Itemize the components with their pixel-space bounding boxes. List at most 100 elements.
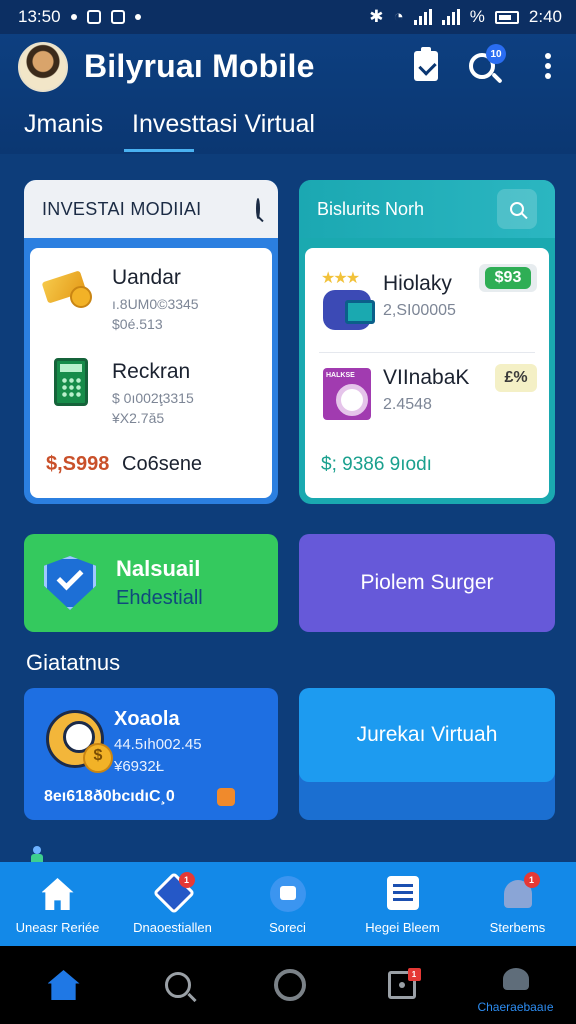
clipboard-button[interactable] [406, 46, 446, 86]
home-icon [47, 970, 80, 1000]
notification-badge: 1 [523, 872, 540, 888]
notification-app-icon [86, 10, 101, 24]
bottom-tab-alerts[interactable]: 1 Sterbems [460, 862, 575, 946]
percent-badge: £% [495, 364, 537, 392]
circle-icon [273, 969, 306, 1001]
profile-tile[interactable]: Xoaola 44.5ıh002.45 ¥6932Ł 8eı618ð0bcıdı… [24, 688, 278, 820]
item-value: 2,SI00005 [383, 302, 456, 319]
more-vert-icon [545, 53, 551, 79]
person-icon [30, 846, 44, 862]
signal-icon [413, 9, 432, 25]
divider [319, 352, 535, 353]
business-card[interactable]: Bislurits Norh ★★★ Hiolaky 2,SI00005 $93… [299, 180, 555, 504]
tab-jmanis[interactable]: Jmanis [24, 110, 103, 139]
security-tile-title: Nalsuail [116, 556, 201, 581]
price-badge: $93 [479, 264, 537, 292]
battery-percent: % [469, 7, 485, 26]
search-button[interactable]: 10 [462, 44, 506, 86]
problem-tile-label: Piolem Surger [360, 571, 494, 594]
bottom-tab-home[interactable]: Uneasr Reriée [0, 862, 115, 946]
status-clock: 2:40 [528, 7, 562, 26]
profile-value: 44.5ıh002.45 [114, 736, 202, 753]
search-badge: 10 [486, 44, 506, 64]
gold-bars-icon [41, 262, 92, 308]
investment-card-header: INVESTAI MODIIAI [24, 180, 278, 238]
search-icon [256, 198, 260, 219]
shop-icon [323, 368, 371, 420]
nav-box-button[interactable]: 1 [344, 946, 459, 1024]
investment-card-body: Uandar ı.8UM0©3345 $0é.513 Reckran $ 0ı0… [30, 248, 272, 498]
business-card-header: Bislurits Norh [299, 180, 555, 238]
bottom-tab-label: Soreci [269, 920, 306, 935]
bluetooth-icon: ✱ [369, 7, 384, 26]
item-value: $ 0ı002ţ3315 [112, 390, 194, 406]
profile-change: ¥6932Ł [114, 758, 165, 775]
item-title: Reckran [112, 360, 191, 383]
virtual-tile-label: Jurekaı Virtuah [299, 688, 555, 782]
item-value: 2.4548 [383, 396, 432, 413]
card-search-button[interactable] [256, 198, 260, 219]
box-icon: 1 [387, 968, 421, 999]
nav-circle-button[interactable] [232, 946, 347, 1024]
business-card-body: ★★★ Hiolaky 2,SI00005 $93 VIInabaK 2.454… [305, 248, 549, 498]
app-header: Bilyruaı Mobile 10 Jmanis Investtasi Vir… [0, 34, 576, 154]
wifi-icon: ◔ [393, 7, 404, 26]
list-item[interactable]: Reckran $ 0ı002ţ3315 ¥X2.7ă5 [30, 344, 272, 436]
signal-icon-2 [441, 9, 460, 25]
bottom-tab-list[interactable]: Hegei Bleem [345, 862, 460, 946]
notification-badge: 1 [178, 872, 195, 888]
nav-home-button[interactable] [6, 946, 121, 1024]
stars-icon: ★★★ [321, 270, 360, 287]
problem-tile[interactable]: Piolem Surger [299, 534, 555, 632]
more-menu-button[interactable] [528, 46, 568, 86]
calculator-icon [54, 358, 88, 406]
home-icon [38, 876, 78, 912]
list-icon [383, 876, 423, 912]
list-item[interactable]: Uandar ı.8UM0©3345 $0é.513 [30, 248, 272, 340]
tab-investasi-virtual[interactable]: Investtasi Virtual [132, 110, 315, 139]
profile-name: Xoaola [114, 708, 180, 730]
battery-icon [494, 10, 519, 24]
item-title: Uandar [112, 266, 181, 289]
bell-icon: 1 [498, 872, 540, 912]
avatar[interactable] [18, 42, 68, 92]
card-total: $; 9386 9ıodı [321, 454, 432, 475]
notification-dot-icon [70, 14, 77, 20]
nav-search-button[interactable] [120, 946, 235, 1024]
item-change: ¥X2.7ă5 [112, 410, 165, 426]
search-icon [510, 202, 524, 216]
section-title: Giatatnus [26, 650, 121, 675]
item-value: ı.8UM0©3345 [112, 296, 199, 312]
system-nav-bar: 1 Chaeraebaaıe [0, 946, 576, 1024]
clipboard-check-icon [414, 47, 438, 81]
virtual-tile[interactable]: Jurekaı Virtuah [299, 688, 555, 820]
dollar-badge-icon [217, 788, 235, 806]
item-change: $0é.513 [112, 316, 163, 332]
wallet-icon [323, 290, 375, 330]
profile-footer: 8eı618ð0bcıdıC¸0 [44, 788, 175, 805]
notification-badge: 1 [407, 968, 421, 981]
profile-icon [502, 968, 529, 990]
card-total-price: $,S998 [46, 453, 110, 475]
nav-profile-button[interactable]: Chaeraebaaıe [458, 946, 573, 1024]
item-title: VIInabaK [383, 366, 470, 389]
bottom-tab-investments[interactable]: 1 Dnaoestiallen [115, 862, 230, 946]
investment-card-title: INVESTAI MODIIAI [42, 198, 202, 219]
investment-card[interactable]: INVESTAI MODIIAI Uandar ı.8UM0©3345 $0é.… [24, 180, 278, 504]
active-tab-indicator [124, 149, 194, 152]
bottom-tab-label: Uneasr Reriée [15, 920, 100, 935]
search-icon [164, 972, 191, 998]
bottom-tab-chat[interactable]: Soreci [230, 862, 345, 946]
security-tile[interactable]: Nalsuail Ehdestiall [24, 534, 278, 632]
notification-gamepad-icon [110, 10, 125, 24]
chat-bubble-icon [134, 14, 141, 20]
chat-icon [268, 876, 308, 912]
security-tile-subtitle: Ehdestiall [116, 587, 203, 609]
tab-bar: Jmanis Investtasi Virtual [0, 108, 576, 154]
diamond-icon: 1 [152, 871, 195, 915]
card-total-label: Co6sene [122, 453, 203, 475]
business-card-title: Bislurits Norh [317, 198, 425, 219]
bottom-tab-label: Dnaoestiallen [133, 920, 212, 935]
card-search-button[interactable] [497, 189, 537, 229]
status-time: 13:50 [18, 7, 61, 26]
